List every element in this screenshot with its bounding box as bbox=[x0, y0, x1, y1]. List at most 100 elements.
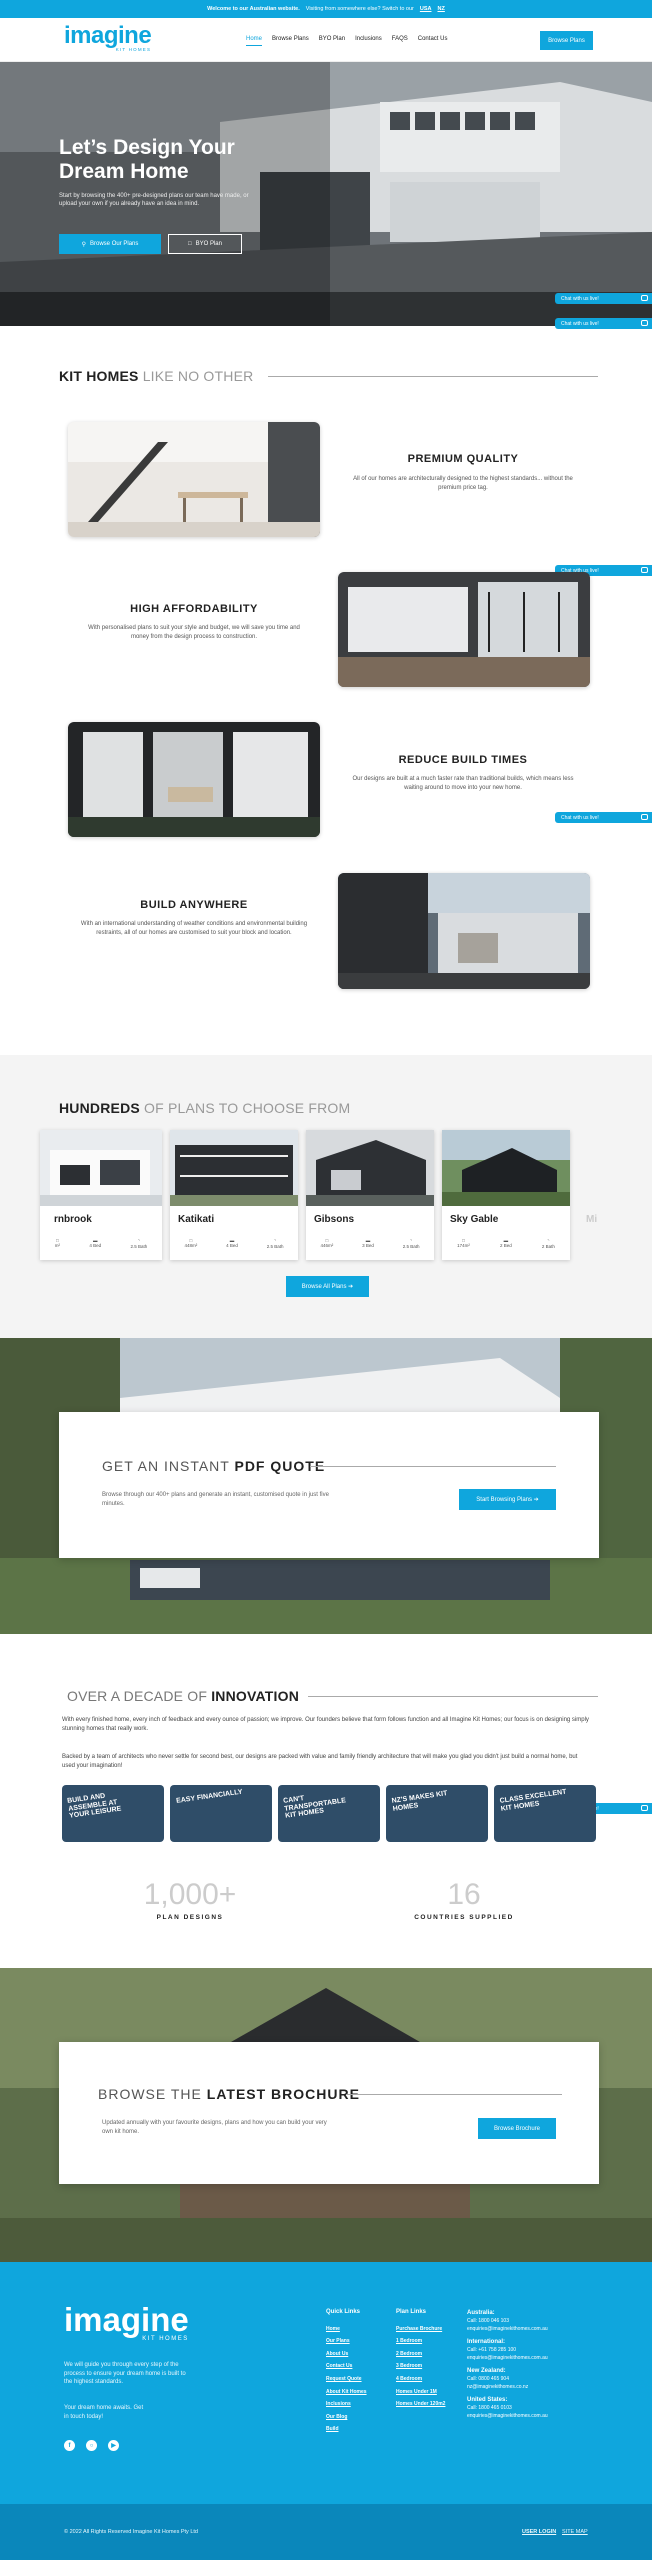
browse-brochure-button[interactable]: Browse Brochure bbox=[478, 2118, 556, 2139]
nav-item-home[interactable]: Home bbox=[246, 36, 263, 46]
nav-item-inclusions[interactable]: Inclusions bbox=[355, 36, 382, 46]
chat-icon bbox=[641, 320, 648, 326]
innovation-tile[interactable]: CLASS EXCELLENT KIT HOMES bbox=[494, 1785, 596, 1842]
plan-card[interactable]: rnbrook □ m² ▬ 4 Bed ◝ 2.5 Bath bbox=[40, 1130, 162, 1260]
hero-title: Let’s Design Your Dream Home bbox=[59, 136, 235, 183]
plan-image bbox=[442, 1130, 570, 1206]
footer-link[interactable]: Purchase Brochure bbox=[396, 2323, 445, 2336]
tile-label: CAN'T TRANSPORTABLE KIT HOMES bbox=[282, 1795, 347, 1820]
browse-our-plans-button[interactable]: ⚲ Browse Our Plans bbox=[59, 234, 161, 254]
contact-email[interactable]: enquiries@imaginekithomes.com.au bbox=[467, 2325, 548, 2333]
nav-item-faqs[interactable]: FAQS bbox=[392, 36, 408, 46]
start-browsing-plans-button[interactable]: Start Browsing Plans ➔ bbox=[459, 1489, 556, 1510]
contact-phone[interactable]: Call: 1800 046 103 bbox=[467, 2317, 548, 2325]
hero-section: Let’s Design Your Dream Home Start by br… bbox=[0, 62, 652, 326]
switch-text: Visiting from somewhere else? Switch to … bbox=[305, 6, 414, 12]
innovation-tile[interactable]: NZ'S MAKES KIT HOMES bbox=[386, 1785, 488, 1842]
nz-link[interactable]: NZ bbox=[438, 6, 445, 12]
site-map-link[interactable]: SITE MAP bbox=[562, 2529, 588, 2535]
innovation-tile[interactable]: BUILD AND ASSEMBLE AT YOUR LEISURE bbox=[62, 1785, 164, 1842]
nav-item-byo-plan[interactable]: BYO Plan bbox=[319, 36, 345, 46]
nav-item-contact[interactable]: Contact Us bbox=[418, 36, 448, 46]
innovation-title-light: OVER A DECADE OF bbox=[67, 1688, 208, 1704]
footer-link[interactable]: Home bbox=[326, 2323, 367, 2336]
footer-link[interactable]: Inclusions bbox=[326, 2398, 367, 2411]
plan-beds-value: 4 Bed bbox=[89, 1243, 102, 1248]
contact-email[interactable]: enquiries@imaginekithomes.com.au bbox=[467, 2412, 548, 2420]
tile-label: NZ'S MAKES KIT HOMES bbox=[391, 1790, 448, 1813]
footer-link[interactable]: About Us bbox=[326, 2348, 367, 2361]
stat-countries: 16 COUNTRIES SUPPLIED bbox=[374, 1878, 554, 1921]
plan-baths-value: 2 Bath bbox=[541, 1244, 555, 1249]
plan-area-value: 448m² bbox=[184, 1243, 198, 1248]
usa-link[interactable]: USA bbox=[420, 6, 432, 12]
footer-link[interactable]: About Kit Homes bbox=[326, 2386, 367, 2399]
quote-card bbox=[59, 1412, 599, 1558]
brochure-text: Updated annually with your favourite des… bbox=[102, 2120, 327, 2135]
stat-number: 1,000+ bbox=[143, 1878, 237, 1911]
youtube-icon[interactable]: ▶ bbox=[108, 2440, 119, 2451]
facebook-icon[interactable]: f bbox=[64, 2440, 75, 2451]
plan-card-peek[interactable]: Mi bbox=[578, 1130, 652, 1260]
plan-beds-value: 3 Bed bbox=[362, 1243, 374, 1248]
chat-icon bbox=[641, 1805, 648, 1811]
plan-links: Plan Links Purchase Brochure 1 Bedroom 2… bbox=[396, 2306, 445, 2411]
quote-title-light: GET AN INSTANT bbox=[102, 1458, 230, 1474]
chat-label: Chat with us live! bbox=[561, 320, 599, 327]
plan-area-value: m² bbox=[54, 1243, 60, 1248]
footer-link[interactable]: 3 Bedroom bbox=[396, 2360, 445, 2373]
innovation-tile[interactable]: CAN'T TRANSPORTABLE KIT HOMES bbox=[278, 1785, 380, 1842]
stat-label: COUNTRIES SUPPLIED bbox=[414, 1914, 514, 1921]
footer-link[interactable]: 1 Bedroom bbox=[396, 2335, 445, 2348]
feature-title: PREMIUM QUALITY bbox=[407, 453, 519, 465]
footer-link[interactable]: Our Plans bbox=[326, 2335, 367, 2348]
innovation-text-2: Backed by a team of architects who never… bbox=[62, 1754, 578, 1769]
browse-all-plans-button[interactable]: Browse All Plans ➔ bbox=[286, 1276, 369, 1297]
footer-link[interactable]: Homes Under 120m2 bbox=[396, 2398, 445, 2411]
contact-email[interactable]: enquiries@imaginekithomes.com.au bbox=[467, 2354, 548, 2362]
footer-link[interactable]: Our Blog bbox=[326, 2411, 367, 2424]
contact-email[interactable]: nz@imaginekithomes.co.nz bbox=[467, 2383, 548, 2391]
browse-plans-button[interactable]: Browse Plans bbox=[540, 31, 593, 50]
plan-beds: ▬ 4 Bed bbox=[89, 1238, 101, 1249]
footer-link[interactable]: Contact Us bbox=[326, 2360, 367, 2373]
chat-button[interactable]: Chat with us live! bbox=[555, 318, 652, 329]
footer-link[interactable]: 4 Bedroom bbox=[396, 2373, 445, 2386]
feature-image-build-times bbox=[68, 722, 320, 837]
contact-phone[interactable]: Call: +61 758 285 100 bbox=[467, 2346, 548, 2354]
user-login-link[interactable]: USER LOGIN bbox=[522, 2529, 556, 2535]
contact-phone[interactable]: Call: 1800 465 0103 bbox=[467, 2404, 548, 2412]
contact-heading: International: bbox=[467, 2339, 506, 2345]
contact-phone[interactable]: Call: 0800 465 904 bbox=[467, 2375, 548, 2383]
chat-button[interactable]: Chat with us live! bbox=[555, 812, 652, 823]
plan-name: Gibsons bbox=[314, 1214, 355, 1225]
byo-plan-button[interactable]: □ BYO Plan bbox=[168, 234, 242, 254]
footer-link[interactable]: Build bbox=[326, 2423, 367, 2436]
footer-text: We will guide you through every step of … bbox=[64, 2362, 186, 2385]
plan-baths: ◝ 2.5 Bath bbox=[131, 1238, 148, 1249]
plan-area: □ 446m² bbox=[320, 1238, 333, 1249]
footer-link[interactable]: Homes Under 1M bbox=[396, 2386, 445, 2399]
logo[interactable]: imagine KIT HOMES bbox=[64, 24, 152, 53]
footer-link[interactable]: Request Quote bbox=[326, 2373, 367, 2386]
plan-area: □ 448m² bbox=[184, 1238, 197, 1249]
innovation-tile[interactable]: EASY FINANCIALLY bbox=[170, 1785, 272, 1842]
welcome-text: Welcome to our Australian website. bbox=[207, 6, 300, 12]
contact-info: Australia: Call: 1800 046 103 enquiries@… bbox=[467, 2304, 548, 2420]
brochure-title-bold: LATEST BROCHURE bbox=[206, 2086, 360, 2102]
instagram-icon[interactable]: ○ bbox=[86, 2440, 97, 2451]
nav-item-browse-plans[interactable]: Browse Plans bbox=[272, 36, 309, 46]
copyright-bar: © 2022 All Rights Reserved Imagine Kit H… bbox=[0, 2504, 652, 2560]
chat-button[interactable]: Chat with us live! bbox=[555, 293, 652, 304]
plan-card[interactable]: Sky Gable □ 174m² ▬ 2 Bed ◝ 2 Bath bbox=[442, 1130, 570, 1260]
footer-link[interactable]: 2 Bedroom bbox=[396, 2348, 445, 2361]
stat-label: PLAN DESIGNS bbox=[156, 1914, 224, 1921]
plan-area: □ 174m² bbox=[457, 1238, 470, 1249]
plans-title-bold: HUNDREDS bbox=[59, 1100, 140, 1116]
plan-card[interactable]: Gibsons □ 446m² ▬ 3 Bed ◝ 2.5 Bath bbox=[306, 1130, 434, 1260]
plan-name: Mi bbox=[586, 1214, 598, 1225]
footer-logo[interactable]: imagine KIT HOMES bbox=[64, 2303, 189, 2342]
plan-card[interactable]: Katikati □ 448m² ▬ 4 Bed ◝ 2.5 Bath bbox=[170, 1130, 298, 1260]
plan-image bbox=[40, 1130, 162, 1206]
tile-label: CLASS EXCELLENT KIT HOMES bbox=[499, 1788, 567, 1813]
